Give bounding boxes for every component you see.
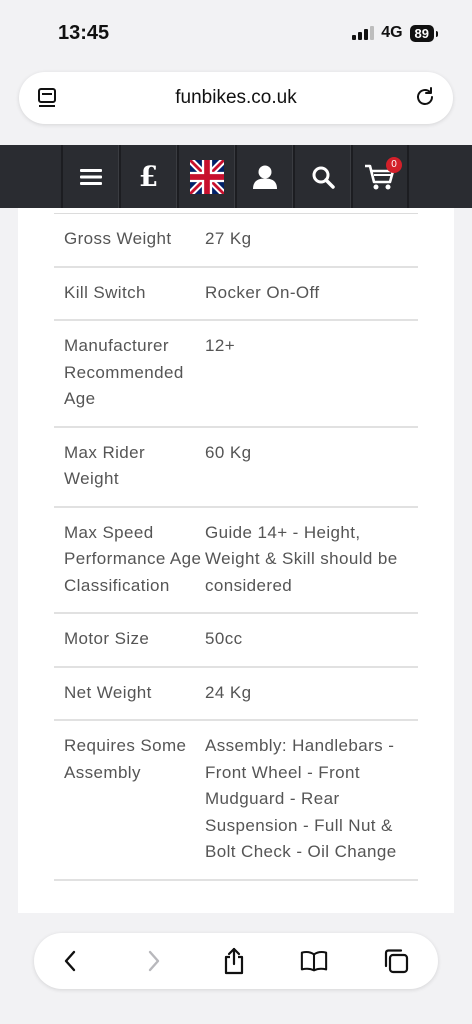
url-text[interactable]: funbikes.co.uk [19,87,453,109]
status-time: 13:45 [58,22,110,44]
reload-icon[interactable] [413,85,437,109]
spec-row: Requires Some Assembly Assembly: Handleba… [54,721,418,881]
spec-label: Gross Weight [64,229,172,248]
user-icon [252,165,277,189]
forward-arrow-icon [148,950,160,972]
product-specs-panel: Gross Weight 27 Kg Kill Switch Rocker On-Of… [18,208,454,913]
status-indicators: 4G 89 [352,24,439,42]
tabs-icon [384,949,409,974]
forward-button[interactable] [140,947,168,975]
menu-button[interactable] [61,145,119,208]
spec-value: Guide 14+ - Height, Weight & Skill shoul… [205,522,398,595]
spec-label: Max Speed Performance Age Classification [64,522,202,595]
cart-button[interactable]: 0 [351,145,409,208]
currency-symbol: £ [138,160,159,193]
spec-label: Requires Some Assembly [64,736,187,782]
spec-row: Max Speed Performance Age Classification… [54,508,418,614]
spec-value: 60 Kg [205,442,252,462]
site-nav-bar: £ 0 [0,145,472,208]
spec-label: Max Rider Weight [64,442,146,489]
cart-count-badge: 0 [386,157,402,173]
share-button[interactable] [220,947,248,975]
account-button[interactable] [235,145,293,208]
bookmarks-button[interactable] [300,947,328,975]
share-icon [224,947,244,975]
spec-row: Gross Weight 27 Kg [54,214,418,268]
address-bar[interactable]: funbikes.co.uk [19,72,453,124]
back-button[interactable] [56,947,84,975]
tabs-button[interactable] [382,947,410,975]
search-button[interactable] [293,145,351,208]
spec-label: Kill Switch [64,282,146,302]
country-button[interactable] [177,145,235,208]
back-arrow-icon [64,950,76,972]
menu-icon [79,168,102,185]
currency-button[interactable]: £ [119,145,177,208]
network-type: 4G [381,24,403,41]
bookmarks-icon [300,951,328,972]
spec-value: Assembly: Handlebars - Front Wheel - Fro… [205,736,397,861]
nav-items: £ 0 [61,145,409,208]
status-bar: 13:45 4G 89 [0,0,472,66]
spec-value: 27 Kg [205,229,252,248]
specs-table: Gross Weight 27 Kg Kill Switch Rocker On-Of… [54,213,418,881]
spec-row: Max Rider Weight 60 Kg [54,428,418,508]
spec-label: Motor Size [64,629,150,648]
search-icon [312,166,335,189]
spec-row: Manufacturer Recommended Age 12+ [54,321,418,428]
spec-row: Kill Switch Rocker On-Off [54,268,418,321]
spec-value: Rocker On-Off [205,282,320,302]
spec-label: Net Weight [64,682,152,702]
spec-label: Manufacturer Recommended Age [64,336,184,408]
spec-value: 24 Kg [205,682,252,702]
signal-icon [352,26,375,40]
spec-row: Net Weight 24 Kg [54,668,418,721]
browser-toolbar [34,933,438,989]
battery-level: 89 [409,24,439,42]
spec-value: 50cc [205,629,243,648]
uk-flag-icon [189,159,224,194]
spec-row: Motor Size 50cc [54,614,418,668]
spec-value: 12+ [205,336,236,355]
